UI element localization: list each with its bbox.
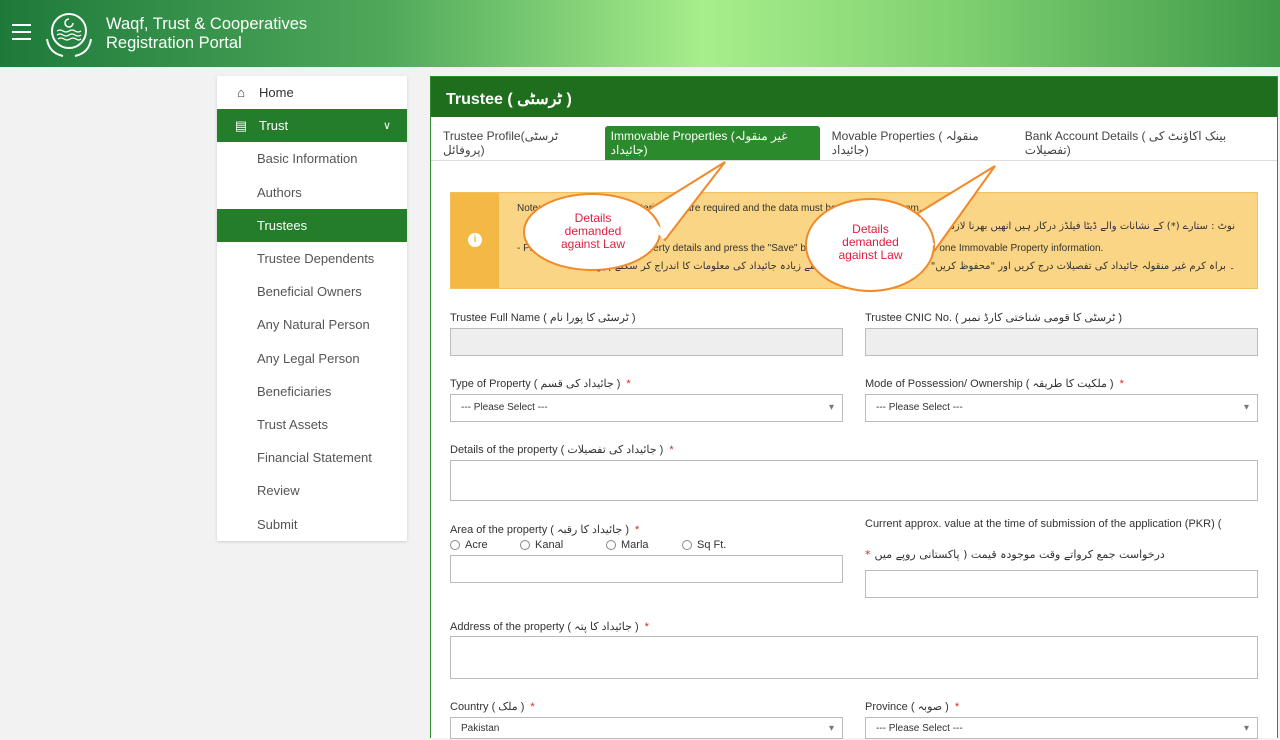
label-text: Area of the property ( جائیداد کا رقبہ ): [450, 524, 630, 536]
province-label: Province ( صوبہ ) *: [865, 700, 959, 715]
area-of-property-label: Area of the property ( جائیداد کا رقبہ )…: [450, 523, 639, 538]
required-mark: *: [644, 621, 649, 633]
sidebar-item-home[interactable]: ⌂ Home: [217, 76, 407, 109]
trustee-cnic-input[interactable]: [865, 328, 1258, 356]
page-title: Trustee ( ٹرسٹی ): [431, 77, 1277, 117]
radio-acre[interactable]: Acre: [450, 539, 520, 551]
sidebar-item-financial-statement[interactable]: Financial Statement: [217, 441, 407, 474]
tab-bank-account-details[interactable]: Bank Account Details ( بینک اکاؤنٹ کی تف…: [1019, 126, 1265, 160]
punjab-seal-logo: [46, 13, 92, 57]
sidebar: ⌂ Home ▤ Trust ∨ Basic Information Authors …: [217, 76, 407, 541]
note-line-4: ۔ براہ کرم غیر منقولہ جائیداد کی تفصیلات…: [589, 261, 1235, 272]
mode-of-possession-select[interactable]: --- Please Select ---: [865, 394, 1258, 422]
sidebar-item-submit[interactable]: Submit: [217, 507, 407, 540]
note-box: i Note: Fields marked with asterisk ( * …: [450, 192, 1258, 289]
sidebar-item-trust-assets[interactable]: Trust Assets: [217, 408, 407, 441]
note-line-3: - Please enter immovable property detail…: [517, 243, 1104, 254]
label-text: Address of the property ( جائیداد کا پتہ…: [450, 621, 639, 633]
sidebar-item-trustee-dependents[interactable]: Trustee Dependents: [217, 242, 407, 275]
province-select[interactable]: --- Please Select ---: [865, 717, 1258, 740]
type-of-property-label: Type of Property ( جائیداد کی قسم ) *: [450, 377, 631, 392]
app-header: Waqf, Trust & Cooperatives Registration P…: [0, 0, 1280, 67]
country-select[interactable]: Pakistan: [450, 717, 843, 740]
radio-label: Sq Ft.: [697, 539, 727, 551]
tab-movable-properties[interactable]: Movable Properties ( منقولہ جائیداد): [826, 126, 1013, 160]
address-of-property-textarea[interactable]: [450, 636, 1258, 679]
note-line-1: Note: Fields marked with asterisk ( * ) …: [517, 203, 922, 214]
title-line-2: Registration Portal: [106, 34, 242, 52]
trustee-cnic-label: Trustee CNIC No. ( ٹرسٹی کا قومی شناختی …: [865, 312, 1123, 324]
current-value-label-urdu: * درخواست جمع کرواتے وقت موجودہ قیمت ( پا…: [865, 547, 1258, 562]
radio-label: Kanal: [535, 539, 564, 551]
tab-immovable-properties[interactable]: Immovable Properties (غیر منقولہ جائیداد…: [604, 126, 820, 160]
label-text: درخواست جمع کرواتے وقت موجودہ قیمت ( پاک…: [874, 548, 1165, 561]
label-text: Details of the property ( جائیداد کی تفص…: [450, 444, 664, 456]
required-mark: *: [530, 701, 535, 713]
trustee-full-name-input[interactable]: [450, 328, 843, 356]
sidebar-item-authors[interactable]: Authors: [217, 176, 407, 209]
info-icon: i: [468, 233, 482, 247]
sidebar-item-basic-information[interactable]: Basic Information: [217, 142, 407, 175]
radio-sq-ft[interactable]: Sq Ft.: [682, 539, 726, 551]
hamburger-icon[interactable]: [12, 24, 31, 40]
home-icon: ⌂: [237, 85, 245, 101]
label-text: Mode of Possession/ Ownership ( ملکیت کا…: [865, 378, 1114, 390]
portal-title: Waqf, Trust & Cooperatives Registration P…: [106, 15, 307, 53]
details-of-property-label: Details of the property ( جائیداد کی تفص…: [450, 443, 674, 458]
radio-kanal[interactable]: Kanal: [520, 539, 606, 551]
details-of-property-textarea[interactable]: [450, 460, 1258, 501]
label-text: Type of Property ( جائیداد کی قسم ): [450, 378, 621, 390]
required-mark: *: [1119, 378, 1124, 390]
required-mark: *: [626, 378, 631, 390]
sidebar-item-beneficial-owners[interactable]: Beneficial Owners: [217, 275, 407, 308]
sidebar-item-any-natural-person[interactable]: Any Natural Person: [217, 308, 407, 341]
required-mark: *: [954, 701, 960, 713]
sidebar-item-trust[interactable]: ▤ Trust ∨: [217, 109, 407, 143]
sidebar-item-any-legal-person[interactable]: Any Legal Person: [217, 342, 407, 375]
sidebar-item-label: Trust: [259, 118, 289, 134]
chevron-down-icon: ∨: [382, 120, 391, 133]
required-mark: *: [635, 524, 640, 536]
title-line-1: Waqf, Trust & Cooperatives: [106, 15, 308, 33]
tab-trustee-profile[interactable]: Trustee Profile(ٹرسٹی پروفائل): [437, 126, 599, 160]
document-icon: ▤: [234, 117, 248, 133]
label-text: Country ( ملک ): [450, 701, 525, 713]
mode-of-possession-label: Mode of Possession/ Ownership ( ملکیت کا…: [865, 377, 1124, 392]
tab-bar: Trustee Profile(ٹرسٹی پروفائل) Immovable…: [431, 117, 1277, 161]
label-text: Province ( صوبہ ): [865, 701, 949, 713]
current-value-label: Current approx. value at the time of sub…: [865, 518, 1222, 530]
sidebar-item-label: Home: [259, 85, 294, 101]
sidebar-item-beneficiaries[interactable]: Beneficiaries: [217, 375, 407, 408]
required-mark: *: [669, 444, 674, 456]
sidebar-item-review[interactable]: Review: [217, 474, 407, 507]
area-of-property-input[interactable]: [450, 555, 843, 583]
sidebar-item-trustees[interactable]: Trustees: [217, 208, 407, 242]
note-line-2: نوٹ : ستارے (*) کے نشانات والے ڈیٹا فیلڈ…: [910, 221, 1235, 232]
country-label: Country ( ملک ) *: [450, 700, 535, 715]
radio-marla[interactable]: Marla: [606, 539, 682, 551]
current-value-input[interactable]: [865, 570, 1258, 598]
required-mark: *: [865, 548, 871, 561]
area-unit-radio-group: Acre Kanal Marla Sq Ft.: [450, 539, 726, 551]
address-of-property-label: Address of the property ( جائیداد کا پتہ…: [450, 620, 649, 635]
type-of-property-select[interactable]: --- Please Select ---: [450, 394, 843, 422]
trustee-full-name-label: Trustee Full Name ( ٹرسٹی کا پورا نام ): [450, 312, 636, 324]
main-panel: Trustee ( ٹرسٹی ) Trustee Profile(ٹرسٹی …: [430, 76, 1278, 740]
radio-label: Acre: [465, 539, 488, 551]
radio-label: Marla: [621, 539, 649, 551]
